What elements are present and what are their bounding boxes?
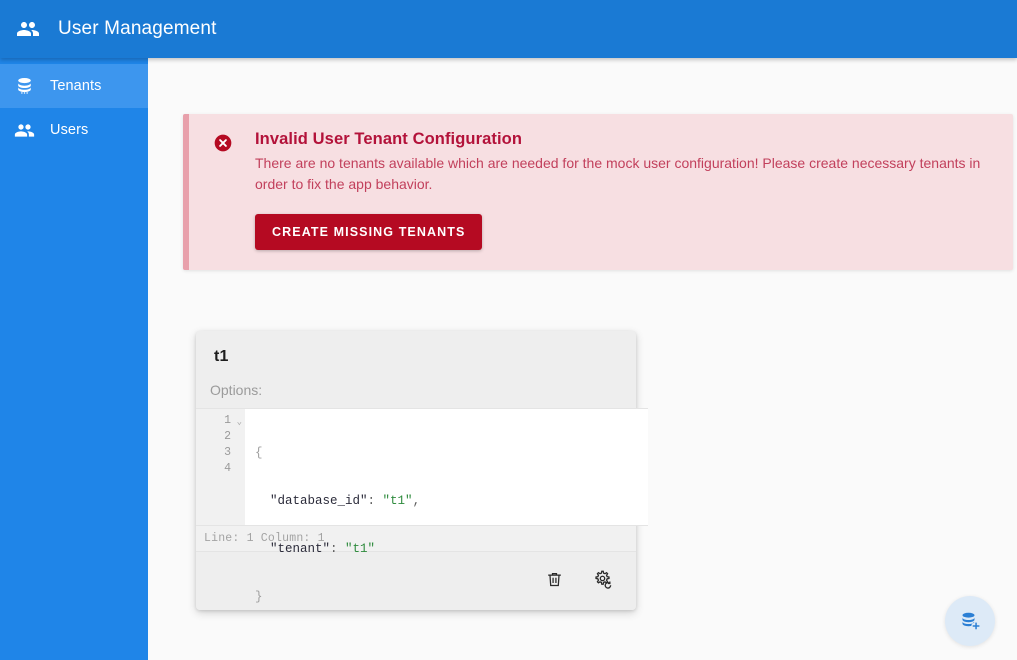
create-missing-tenants-button[interactable]: CREATE MISSING TENANTS xyxy=(255,214,483,250)
code-token: } xyxy=(255,590,263,604)
card-title: t1 xyxy=(214,348,229,365)
code-line: "database_id": "t1", xyxy=(255,493,648,509)
alert-title: Invalid User Tenant Configuration xyxy=(255,130,523,148)
line-number: 2 xyxy=(224,430,231,443)
options-label: Options: xyxy=(210,382,263,398)
error-circle-x-icon xyxy=(213,133,233,153)
sidebar: Tenants Users xyxy=(0,58,148,660)
code-token: : xyxy=(330,542,346,556)
line-number: 1 ⌄ xyxy=(196,413,245,429)
app-root: User Management Tenants Users Invalid Us… xyxy=(0,0,1017,660)
code-line: { xyxy=(255,445,648,461)
code-area[interactable]: { "database_id": "t1", "tenant": "t1" } xyxy=(245,409,648,604)
code-line: } xyxy=(255,589,648,605)
people-icon xyxy=(14,15,42,43)
sidebar-item-users[interactable]: Users xyxy=(0,108,148,152)
code-token: : xyxy=(367,494,383,508)
sidebar-item-label: Users xyxy=(50,122,89,138)
code-token: "t1" xyxy=(382,494,413,508)
database-plus-icon xyxy=(958,609,982,633)
add-tenant-fab[interactable] xyxy=(945,596,995,646)
code-token: "database_id" xyxy=(255,494,368,508)
alert-body: Invalid User Tenant Configuration There … xyxy=(241,130,995,250)
error-alert: Invalid User Tenant Configuration There … xyxy=(183,114,1013,270)
line-number-gutter: 1 ⌄ 2 3 4 xyxy=(196,409,245,525)
tenant-editor-card: t1 Options: 1 ⌄ 2 3 4 { "database_id": "… xyxy=(196,331,648,610)
alert-message: There are no tenants available which are… xyxy=(255,155,981,192)
code-line: "tenant": "t1" xyxy=(255,541,648,557)
main-content: Invalid User Tenant Configuration There … xyxy=(148,58,1017,660)
json-editor[interactable]: 1 ⌄ 2 3 4 { "database_id": "t1", "tenant… xyxy=(196,408,648,604)
app-header: User Management xyxy=(0,0,1017,58)
fold-chevron-icon[interactable]: ⌄ xyxy=(237,414,242,430)
line-number: 4 xyxy=(224,462,231,475)
code-token: , xyxy=(412,494,421,508)
people-icon xyxy=(12,118,36,142)
code-token: "t1" xyxy=(345,542,376,556)
code-token: { xyxy=(255,446,263,460)
sidebar-item-tenants[interactable]: Tenants xyxy=(0,64,148,108)
sidebar-item-label: Tenants xyxy=(50,78,102,94)
line-number: 3 xyxy=(224,446,231,459)
alert-icon-container xyxy=(213,130,241,250)
database-icon xyxy=(12,74,36,98)
line-number-value: 1 xyxy=(224,414,231,427)
page-title: User Management xyxy=(58,18,217,39)
code-token: "tenant" xyxy=(255,542,331,556)
